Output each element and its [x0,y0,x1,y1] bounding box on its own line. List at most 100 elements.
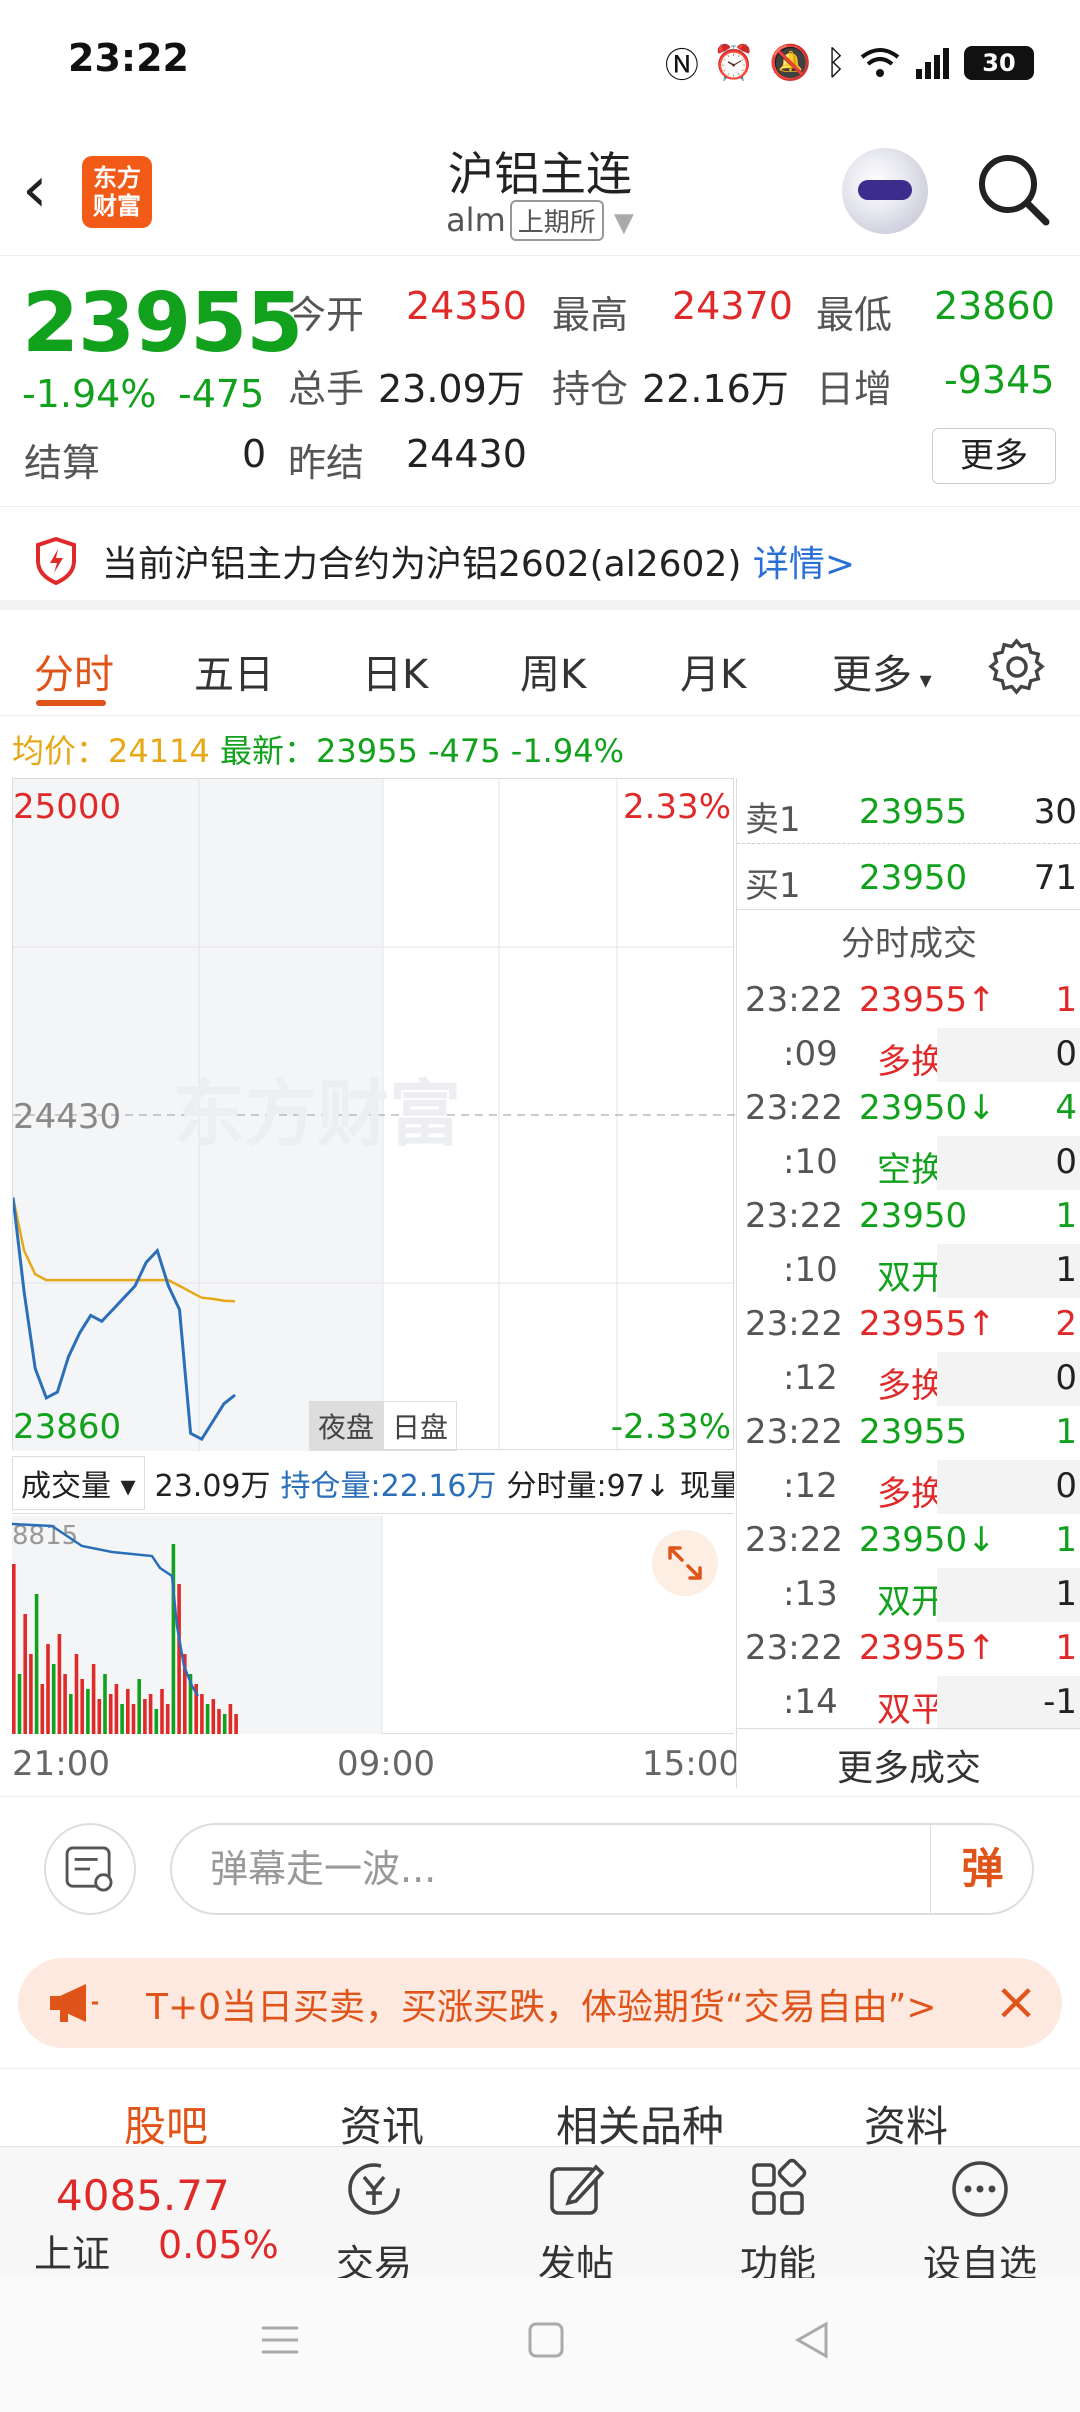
ask-label: 卖1 [745,800,801,840]
volume-bar [51,1664,56,1734]
trade-detail-row: :12 多换 0 [737,1352,1080,1406]
pct-axis-bottom: -2.33% [610,1407,731,1447]
trade-detail-row: :10 空换 0 [737,1136,1080,1190]
settle-value: 0 [242,432,267,476]
status-bar: 23:22 Ⓝ ⏰ 🔕 ᛒ 30 [0,0,1080,120]
more-quote-button[interactable]: 更多 [932,428,1056,484]
volume-bar: 成交量 ▾ 23.09万 持仓量:22.16万 分时量:97↓ 现量:1 [12,1452,734,1514]
tab-weekly-k[interactable]: 周K [520,642,586,700]
contract-selector[interactable]: alm 上期所 ▼ [340,200,740,241]
change-percent: -1.94% [22,372,157,416]
trade-oi: 0 [1055,1358,1077,1398]
trade-row: 23:22 23955 1 [737,1406,1080,1460]
gear-icon[interactable] [988,638,1046,696]
volume-indicator-select[interactable]: 成交量 ▾ [12,1455,145,1510]
tab-news[interactable]: 资讯 [340,2093,424,2154]
home-icon[interactable] [524,2318,568,2362]
promo-banner[interactable]: T+0当日买卖，买涨买跌，体验期货“交易自由”> × [18,1958,1062,2048]
index-value[interactable]: 4085.77 [56,2171,230,2220]
trade-oi: 0 [1055,1034,1077,1074]
tab-related[interactable]: 相关品种 [556,2093,724,2154]
tab-monthly-k[interactable]: 月K [680,642,746,700]
tab-five-day[interactable]: 五日 [194,642,274,700]
nav-trade[interactable]: 交易 [304,2157,444,2288]
danmaku-bar: 弹幕走一波... 弹 [0,1796,1080,1946]
back-nav-icon[interactable] [790,2318,834,2362]
trade-qty: 1 [1055,1520,1077,1560]
x-label-mid: 09:00 [337,1744,435,1784]
x-label-start: 21:00 [12,1744,110,1784]
nav-functions[interactable]: 功能 [708,2157,848,2288]
trade-qty: 1 [1055,1196,1077,1236]
trade-price: 23955↑ [859,1304,996,1344]
high-label: 最高 [552,293,629,337]
volume-bar [200,1694,204,1734]
chart-watermark: 东方财富 [173,1072,461,1156]
volume-bar [57,1634,62,1734]
trade-time: 23:22 [745,1520,843,1560]
settle-label: 结算 [24,441,101,485]
search-icon[interactable] [974,150,1054,230]
trade-time: 23:22 [745,1088,843,1128]
expand-icon[interactable] [652,1530,718,1596]
tab-profile[interactable]: 资料 [864,2093,948,2154]
price-summary: 均价：24114 最新：23955 -475 -1.94% [12,726,624,772]
oi-value: 22.16万 [642,367,789,411]
trade-detail-row: :12 多换 0 [737,1460,1080,1514]
volume-bar [165,1704,170,1734]
x-label-end: 15:00 [642,1744,740,1784]
trade-second: :14 [783,1682,838,1722]
tab-intraday[interactable]: 分时 [34,642,114,700]
signal-icon [916,47,949,79]
notice-detail-link[interactable]: 详情> [753,544,855,585]
index-name: 上证 [34,2232,111,2276]
danmaku-send-button[interactable]: 弹 [930,1823,1034,1915]
volume-total: 23.09万 [154,1468,271,1504]
latest-percent: -1.94% [510,732,624,770]
volume-bar [103,1674,107,1734]
volume-bar [148,1694,153,1734]
chart-tabs: 分时 五日 日K 周K 月K 更多 ▾ [0,620,1080,716]
ask-row: 卖1 23955 30 [737,778,1080,844]
volume-bar [63,1674,67,1734]
close-icon[interactable]: × [986,1972,1046,2032]
volume-bar [80,1679,84,1734]
nav-add-watchlist[interactable]: 设自选 [910,2157,1050,2288]
trade-price: 23950↓ [859,1088,996,1128]
avg-value: 24114 [108,732,210,770]
volume-value: 23.09万 [378,367,525,411]
bluetooth-icon: ᛒ [825,42,846,83]
trade-row: 23:22 23950↓ 1 [737,1514,1080,1568]
more-trades-button[interactable]: 更多成交 [737,1728,1080,1789]
volume-tick-label: 分时量: [506,1468,607,1504]
volume-chart-svg: 8815 [11,1516,383,1734]
mute-icon: 🔕 [769,42,812,83]
danmaku-input[interactable]: 弹幕走一波... [170,1823,1034,1915]
menu-icon[interactable] [258,2318,302,2362]
caret-down-icon: ▾ [912,666,932,694]
system-nav-bar [0,2278,1080,2412]
tab-more[interactable]: 更多 ▾ [832,642,932,700]
back-icon[interactable]: ‹ [22,158,78,228]
bid-qty: 71 [1033,858,1077,898]
nav-post[interactable]: 发帖 [506,2157,646,2288]
volume-bar [108,1694,113,1734]
tab-forum[interactable]: 股吧 [124,2093,208,2154]
intraday-chart-svg: 东方财富 [13,779,735,1451]
session-day-button[interactable]: 日盘 [383,1401,458,1451]
assistant-avatar[interactable] [842,148,928,234]
order-book-panel: 卖1 23955 30 买1 23950 71 分时成交 23:22 23955↑… [736,778,1080,1789]
intraday-chart[interactable]: 东方财富 25000 24430 23860 2.33% -2.33% 夜盘 日… [12,778,735,1451]
header: ‹ 东方 财富 沪铝主连 alm 上期所 ▼ [0,120,1080,256]
volume-bar [171,1544,176,1734]
session-night-button[interactable]: 夜盘 [309,1401,384,1451]
volume-bar [228,1704,233,1734]
app-logo: 东方 财富 [82,156,152,228]
trade-oi: -1 [1043,1682,1077,1722]
tab-daily-k[interactable]: 日K [362,642,428,700]
ask-qty: 30 [1033,792,1077,832]
low-value: 23860 [934,284,1055,328]
trade-price: 23950↓ [859,1520,996,1560]
trade-row: 23:22 23955↑ 1 [737,1622,1080,1676]
danmaku-settings-icon[interactable] [44,1823,136,1915]
